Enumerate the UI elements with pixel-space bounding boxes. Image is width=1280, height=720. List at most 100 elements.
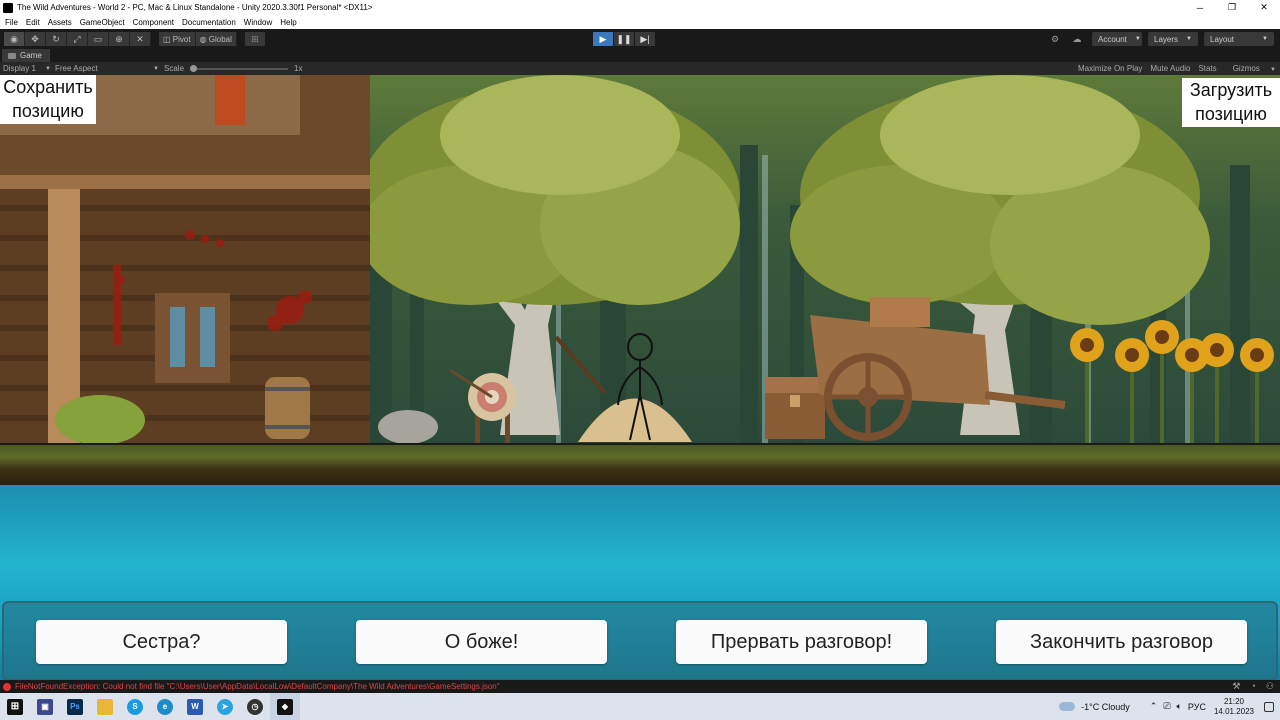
transform-tool-icon[interactable]: ⊕ [109, 32, 130, 46]
grid-snap-icon[interactable]: ⊞ [244, 32, 265, 46]
scale-slider-knob[interactable] [190, 64, 198, 72]
menu-edit[interactable]: Edit [26, 18, 40, 27]
clock-time: 21:20 [1223, 696, 1244, 706]
network-icon[interactable]: ⎚ [1163, 701, 1170, 712]
mute-audio-toggle[interactable]: Mute Audio [1150, 64, 1190, 73]
global-label: Global [208, 34, 232, 44]
taskbar-app-telegram[interactable]: ➤ [210, 693, 240, 720]
load-position-button[interactable]: Загрузить позицию [1182, 78, 1280, 127]
language-indicator[interactable]: РУС [1188, 702, 1206, 712]
menu-component[interactable]: Component [133, 18, 174, 27]
scale-label: Scale [164, 64, 185, 73]
volume-icon[interactable]: 🔈︎ [1177, 701, 1182, 712]
choice-button-3[interactable]: Прервать разговор! [676, 620, 927, 664]
pivot-icon: ◫ [163, 34, 173, 44]
shovel [554, 335, 607, 395]
display-dropdown[interactable]: Display 1 ▼ [3, 64, 51, 73]
unity-logo-icon [3, 2, 13, 13]
scale-tool-icon[interactable]: ⤢ [67, 32, 88, 46]
chevron-up-icon[interactable]: ⌃ [1150, 701, 1158, 712]
rotate-tool-icon[interactable]: ↻ [46, 32, 67, 46]
wooden-cart [810, 297, 1066, 441]
cloud-icon[interactable]: ☁ [1068, 32, 1086, 46]
archery-target [449, 368, 516, 445]
minimize-button[interactable]: ─ [1184, 0, 1216, 15]
folder-icon [97, 698, 113, 715]
taskbar-app-save[interactable]: ▣ [30, 693, 60, 720]
chevron-down-icon: ▼ [1186, 36, 1192, 42]
debug-icon[interactable]: ⚒ [1232, 681, 1240, 692]
game-viewport[interactable]: Сохранить позицию Загрузить позицию Сест… [0, 75, 1280, 680]
choice-button-1[interactable]: Сестра? [36, 620, 287, 664]
taskbar-app-unity[interactable]: ◆ [270, 693, 300, 720]
tab-game[interactable]: Game [2, 49, 50, 62]
menu-window[interactable]: Window [244, 18, 272, 27]
pivot-toggle[interactable]: ◫ Pivot [159, 32, 196, 46]
step-button[interactable]: ▶| [635, 32, 655, 46]
play-button[interactable]: ▶ [593, 32, 613, 46]
menu-file[interactable]: File [5, 18, 18, 27]
taskbar-app-clock[interactable]: ◷ [240, 693, 270, 720]
services-gear-icon[interactable]: ⚙ [1046, 32, 1064, 46]
global-toggle[interactable]: ◍ Global [195, 32, 237, 46]
toolbar-right: ⚙ ☁ Account ▼ Layers ▼ Layout ▼ [1042, 32, 1274, 46]
progress-icon[interactable]: ◔ [1250, 681, 1255, 692]
menu-assets[interactable]: Assets [48, 18, 72, 27]
unity-editor-window: The Wild Adventures - World 2 - PC, Mac … [0, 0, 1280, 720]
collab-icon[interactable]: ⚇ [1266, 681, 1274, 692]
taskbar-app-word[interactable]: W [180, 693, 210, 720]
view-tool-icon[interactable]: ◉ [4, 32, 25, 46]
clock[interactable]: 21:20 14.01.2023 [1214, 697, 1254, 717]
pause-button[interactable]: ❚❚ [614, 32, 634, 46]
chevron-down-icon: ▼ [1270, 67, 1276, 73]
skype-icon: S [127, 698, 143, 715]
taskbar-app-edge[interactable]: e [150, 693, 180, 720]
taskbar-app-skype[interactable]: S [120, 693, 150, 720]
weather-text: -1°C Cloudy [1081, 701, 1130, 712]
scale-control: Scale 1x [164, 64, 302, 73]
layout-dropdown[interactable]: Layout ▼ [1204, 32, 1274, 46]
unity-icon: ◆ [277, 698, 293, 715]
restore-button[interactable]: ❐ [1216, 0, 1248, 15]
account-dropdown[interactable]: Account ▼ [1092, 32, 1142, 46]
weather-widget[interactable]: -1°C Cloudy [1059, 702, 1130, 712]
chevron-down-icon: ▼ [45, 65, 51, 72]
account-label: Account [1098, 34, 1127, 44]
aspect-dropdown[interactable]: Free Aspect ▼ [55, 64, 159, 73]
choice-button-4[interactable]: Закончить разговор [996, 620, 1247, 664]
rect-tool-icon[interactable]: ▭ [88, 32, 109, 46]
chevron-down-icon: ▼ [1134, 36, 1141, 42]
close-button[interactable]: ✕ [1248, 0, 1280, 15]
taskbar-app-photoshop[interactable]: Ps [60, 693, 90, 720]
scale-slider[interactable] [190, 64, 289, 72]
save-position-button[interactable]: Сохранить позицию [0, 75, 96, 124]
console-error-message[interactable]: FileNotFoundException: Could not find fi… [15, 682, 500, 691]
windows-taskbar: ⊞ ▣ Ps S e W ➤ ◷ ◆ -1°C Cloudy ⌃ ⎚ 🔈︎ РУ… [0, 693, 1280, 720]
gizmos-label: Gizmos [1232, 64, 1260, 73]
scale-value: 1x [294, 64, 303, 73]
taskbar-app-explorer[interactable] [90, 693, 120, 720]
start-button[interactable]: ⊞ [0, 693, 30, 720]
menu-help[interactable]: Help [280, 18, 296, 27]
wooden-house [0, 75, 370, 445]
menu-gameobject[interactable]: GameObject [80, 18, 125, 27]
notifications-icon[interactable] [1264, 701, 1274, 712]
edge-icon: e [157, 698, 173, 715]
game-scene [0, 75, 1274, 445]
stats-toggle[interactable]: Stats [1198, 64, 1216, 73]
global-icon: ◍ [199, 34, 209, 44]
game-view-toolbar: Display 1 ▼ Free Aspect ▼ Scale 1x Maximiz… [0, 62, 1280, 75]
move-tool-icon[interactable]: ✥ [25, 32, 46, 46]
console-status-bar[interactable]: FileNotFoundException: Could not find fi… [0, 680, 1280, 693]
custom-tool-icon[interactable]: ✕ [130, 32, 151, 46]
layers-dropdown[interactable]: Layers ▼ [1148, 32, 1198, 46]
aspect-label: Free Aspect [55, 64, 98, 73]
maximize-on-play-toggle[interactable]: Maximize On Play [1078, 64, 1142, 73]
chevron-down-icon: ▼ [153, 65, 159, 72]
menu-documentation[interactable]: Documentation [182, 18, 236, 27]
gizmos-dropdown[interactable]: Gizmos ▼ [1225, 64, 1276, 73]
menu-bar: File Edit Assets GameObject Component Do… [0, 15, 1280, 29]
barrel [265, 377, 310, 439]
choice-button-2[interactable]: О боже! [356, 620, 607, 664]
dialogue-choices-panel: Сестра? О боже! Прервать разговор! Закон… [2, 601, 1278, 680]
